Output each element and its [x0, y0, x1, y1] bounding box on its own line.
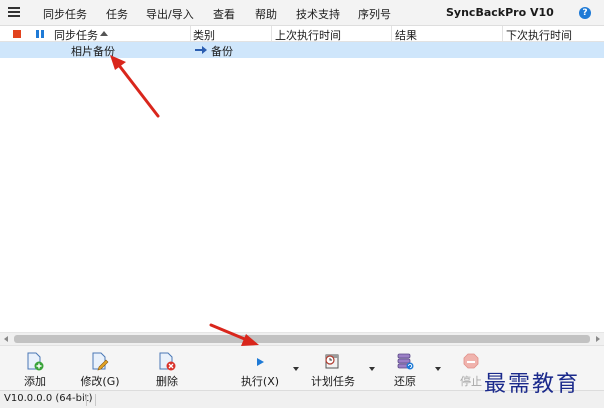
watermark: 最需教育: [484, 372, 581, 397]
column-header-next-run[interactable]: 下次执行时间: [506, 27, 572, 43]
add-document-icon: [27, 352, 44, 371]
edit-label: 修改(G): [80, 375, 120, 388]
column-header: 同步任务 类别 上次执行时间 结果 下次执行时间: [0, 26, 604, 42]
restore-button[interactable]: 还原: [380, 350, 430, 388]
scroll-right-icon[interactable]: [596, 336, 600, 342]
column-header-result[interactable]: 结果: [395, 27, 417, 43]
row-name: 相片备份: [71, 45, 115, 58]
menu-tech-support[interactable]: 技术支持: [296, 6, 340, 22]
delete-label: 删除: [156, 375, 178, 388]
run-label: 执行(X): [240, 375, 280, 388]
schedule-label: 计划任务: [311, 375, 355, 388]
scrollbar-thumb[interactable]: [14, 335, 590, 343]
run-dropdown-icon[interactable]: [293, 367, 299, 371]
run-button[interactable]: 执行(X): [235, 350, 285, 388]
version-text: V10.0.0.0 (64-bit): [4, 393, 93, 404]
stop-sign-icon: [463, 353, 479, 369]
pause-icon[interactable]: [36, 30, 44, 38]
column-divider[interactable]: [190, 26, 191, 42]
menu-help[interactable]: 帮助: [255, 6, 277, 22]
scroll-left-icon[interactable]: [4, 336, 8, 342]
restore-label: 还原: [394, 375, 416, 388]
column-header-last-run[interactable]: 上次执行时间: [275, 27, 341, 43]
schedule-dropdown-icon[interactable]: [369, 367, 375, 371]
delete-button[interactable]: 删除: [142, 350, 192, 388]
column-divider[interactable]: [391, 26, 392, 42]
hamburger-icon[interactable]: [8, 7, 20, 17]
schedule-button[interactable]: 计划任务: [308, 350, 358, 388]
edit-button[interactable]: 修改(G): [75, 350, 125, 388]
add-button[interactable]: 添加: [10, 350, 60, 388]
table-row[interactable]: 相片备份 备份: [0, 42, 604, 58]
play-icon: [257, 358, 264, 366]
app-title: SyncBackPro V10: [446, 6, 554, 19]
add-label: 添加: [24, 375, 46, 388]
help-icon[interactable]: ?: [579, 7, 591, 19]
restore-database-icon: [397, 353, 414, 370]
column-header-type[interactable]: 类别: [193, 27, 215, 43]
horizontal-scrollbar[interactable]: [0, 332, 604, 345]
column-divider[interactable]: [502, 26, 503, 42]
menu-serial-number[interactable]: 序列号: [358, 6, 391, 22]
profile-list-area[interactable]: [0, 58, 604, 332]
menu-export-import[interactable]: 导出/导入: [146, 6, 194, 22]
edit-document-icon: [92, 352, 109, 371]
sort-ascending-icon: [100, 31, 108, 36]
status-divider: [86, 394, 87, 406]
restore-dropdown-icon[interactable]: [435, 367, 441, 371]
column-header-name[interactable]: 同步任务: [54, 27, 98, 43]
row-type: 备份: [211, 45, 233, 58]
calendar-clock-icon: [325, 354, 339, 369]
delete-document-icon: [159, 352, 176, 371]
menu-sync-tasks[interactable]: 同步任务: [43, 6, 87, 22]
arrow-right-icon: [195, 46, 207, 54]
status-divider: [95, 394, 96, 406]
stop-square-icon[interactable]: [13, 30, 21, 38]
column-divider[interactable]: [271, 26, 272, 42]
menu-view[interactable]: 查看: [213, 6, 235, 22]
menu-tasks[interactable]: 任务: [106, 6, 128, 22]
menu-bar: 同步任务 任务 导出/导入 查看 帮助 技术支持 序列号 SyncBackPro…: [0, 0, 604, 26]
